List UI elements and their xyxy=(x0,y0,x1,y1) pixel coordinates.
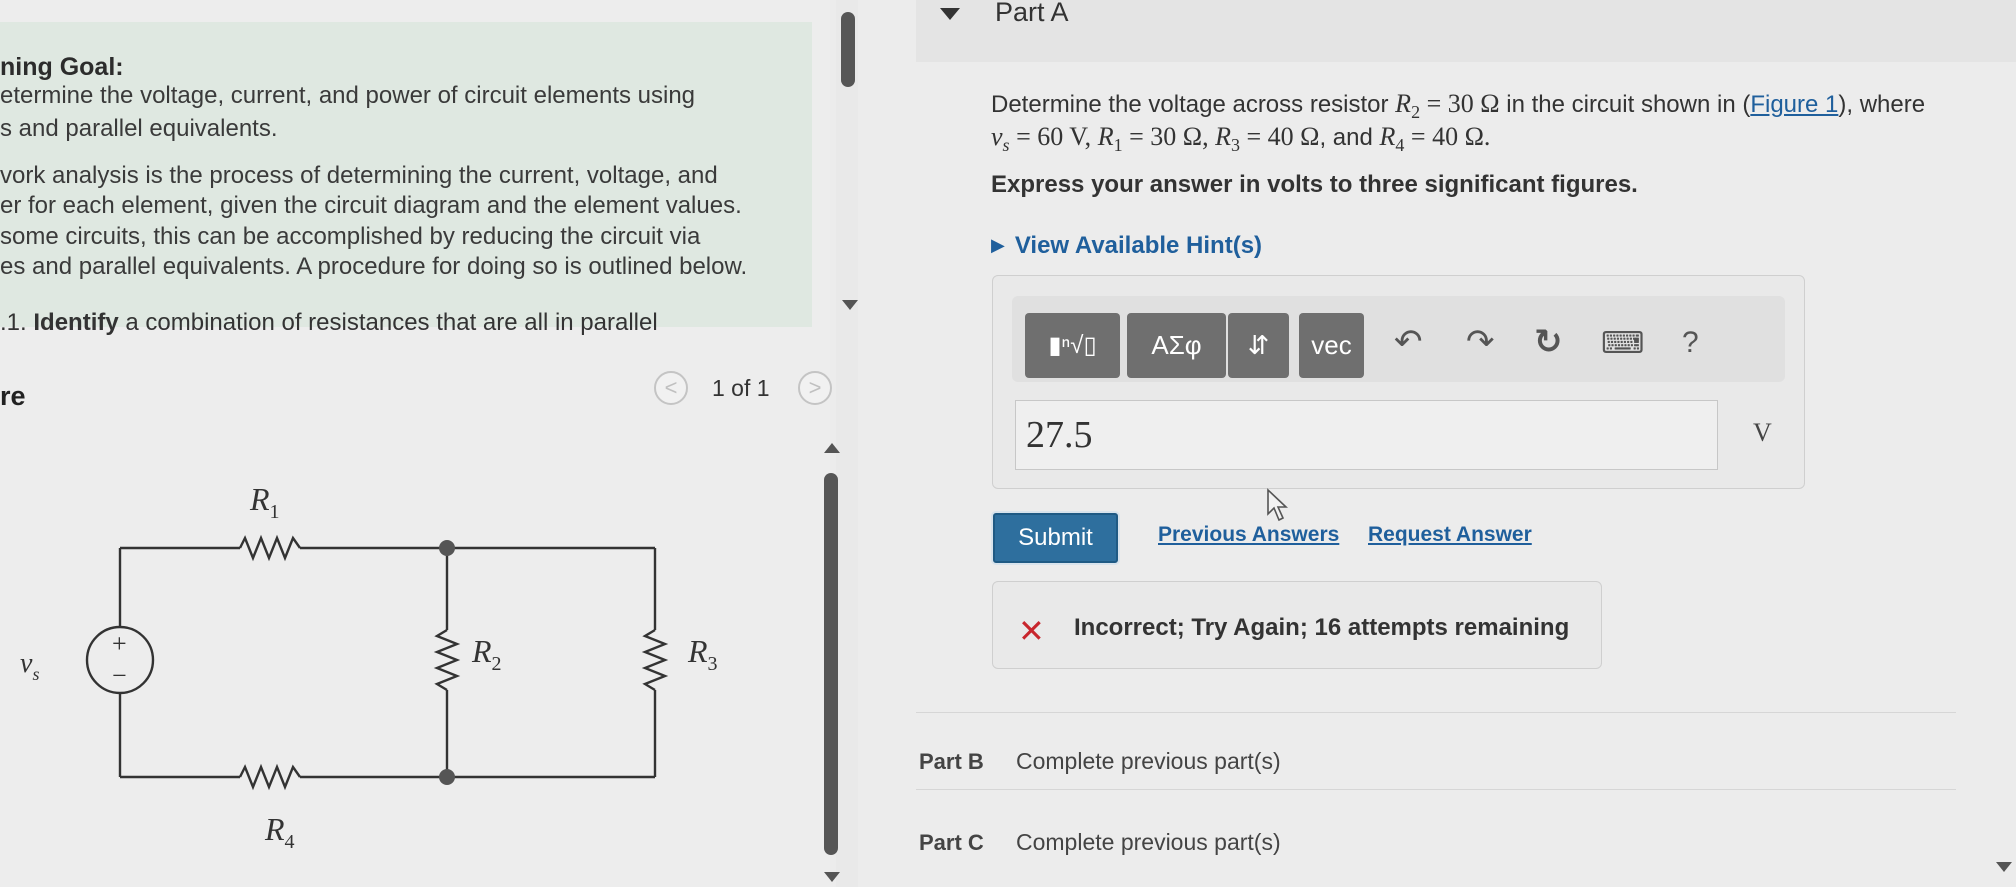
upper-scroll-thumb[interactable] xyxy=(841,12,855,87)
math-r2-sub: 2 xyxy=(1411,101,1421,122)
learning-goal-line-2: s and parallel equivalents. xyxy=(0,115,278,142)
part-c-status: Complete previous part(s) xyxy=(1016,829,1281,855)
step-number: .1. xyxy=(0,309,27,336)
prev-figure-button[interactable]: < xyxy=(654,371,688,405)
step-bold: Identify xyxy=(33,309,119,336)
answer-input[interactable] xyxy=(1015,400,1718,470)
scroll-up-icon[interactable] xyxy=(824,443,840,453)
view-hints-link[interactable]: ▶ View Available Hint(s) xyxy=(991,232,1262,260)
incorrect-x-icon: ✕ xyxy=(1018,613,1045,649)
instruction-text: Express your answer in volts to three si… xyxy=(991,171,1638,198)
resistor-r3 xyxy=(641,628,669,692)
r4-label: R4 xyxy=(264,811,295,850)
vector-button[interactable]: vec xyxy=(1299,313,1364,378)
scroll-down-icon-2[interactable] xyxy=(824,872,840,882)
arrows-icon: ⇵ xyxy=(1247,330,1270,360)
math-vs: v xyxy=(991,122,1003,151)
part-a-header[interactable] xyxy=(916,0,2016,62)
request-answer-link[interactable]: Request Answer xyxy=(1368,523,1532,547)
view-hints-label: View Available Hint(s) xyxy=(1014,232,1263,259)
resistor-r1 xyxy=(238,534,301,562)
r1-label: R1 xyxy=(249,481,280,523)
reset-icon[interactable]: ↻ xyxy=(1534,322,1563,362)
keyboard-icon[interactable]: ⌨ xyxy=(1601,326,1644,361)
question-text: Determine the voltage across resistor xyxy=(991,91,1396,118)
lower-scroll-thumb[interactable] xyxy=(824,473,838,855)
question-text-suffix: ), where xyxy=(1838,91,1926,118)
figure-pager: 1 of 1 xyxy=(712,375,770,401)
math-vs-value: = 60 V, xyxy=(1009,122,1098,151)
intro-line-3: some circuits, this can be accomplished … xyxy=(0,223,701,250)
source-label: vs xyxy=(20,648,39,684)
math-r1-value: = 30 Ω, xyxy=(1122,122,1216,151)
part-b-label: Part B xyxy=(919,749,984,774)
math-r2-value: = 30 Ω xyxy=(1420,89,1500,118)
math-r3: R xyxy=(1215,122,1231,151)
divider-b xyxy=(916,712,1956,713)
figure-link[interactable]: Figure 1 xyxy=(1750,91,1838,118)
undo-icon[interactable]: ↶ xyxy=(1394,322,1423,362)
math-r3-value: = 40 Ω xyxy=(1239,122,1320,151)
resistor-r4 xyxy=(238,763,301,791)
caret-right-icon: ▶ xyxy=(991,235,1005,255)
feedback-text: Incorrect; Try Again; 16 attempts remain… xyxy=(1074,614,1570,641)
r3-label: R3 xyxy=(687,633,718,675)
intro-line-2: er for each element, given the circuit d… xyxy=(0,192,742,219)
question-line-2: vs = 60 V, R1 = 30 Ω, R3 = 40 Ω, and R4 … xyxy=(991,121,1490,161)
source-plus: + xyxy=(112,629,127,658)
math-r3-sub: 3 xyxy=(1230,134,1240,155)
r2-label: R2 xyxy=(471,633,502,675)
step-text: a combination of resistances that are al… xyxy=(125,309,658,336)
submit-button[interactable]: Submit xyxy=(993,513,1118,563)
step-1: .1. Identify a combination of resistance… xyxy=(0,309,658,337)
redo-icon[interactable]: ↷ xyxy=(1466,322,1495,362)
collapse-part-a-icon[interactable] xyxy=(940,8,960,20)
mouse-cursor-icon xyxy=(1267,488,1289,522)
help-button[interactable]: ? xyxy=(1682,326,1699,360)
part-c-label: Part C xyxy=(919,830,984,855)
resistor-r2 xyxy=(433,628,461,692)
next-figure-button[interactable]: > xyxy=(798,371,832,405)
templates-icon: ▮ⁿ√▯ xyxy=(1048,332,1097,359)
page-scroll-down-icon[interactable] xyxy=(1996,862,2012,872)
learning-goal-line-1: etermine the voltage, current, and power… xyxy=(0,82,696,109)
intro-line-1: vork analysis is the process of determin… xyxy=(0,162,718,189)
divider-c xyxy=(916,789,1956,790)
chevron-right-icon: > xyxy=(808,375,822,400)
math-r4-value: = 40 Ω. xyxy=(1404,122,1491,151)
question-and: , and xyxy=(1319,124,1380,151)
arrows-button[interactable]: ⇵ xyxy=(1228,313,1289,378)
intro-line-4: es and parallel equivalents. A procedure… xyxy=(0,253,748,280)
greek-symbols-label: ΑΣφ xyxy=(1151,330,1202,360)
scroll-down-icon[interactable] xyxy=(842,300,858,310)
part-a-title: Part A xyxy=(995,0,1069,27)
math-r1-sub: 1 xyxy=(1113,134,1123,155)
vector-label: vec xyxy=(1311,330,1352,360)
math-r4: R xyxy=(1379,122,1396,151)
templates-button[interactable]: ▮ⁿ√▯ xyxy=(1025,313,1120,378)
question-text-mid: in the circuit shown in ( xyxy=(1499,91,1751,118)
part-b-status: Complete previous part(s) xyxy=(1016,748,1281,774)
previous-answers-link[interactable]: Previous Answers xyxy=(1158,523,1339,547)
circuit-diagram: + − vs R1 R2 R3 R4 xyxy=(20,481,718,850)
chevron-left-icon: < xyxy=(664,375,678,400)
source-minus: − xyxy=(112,661,127,690)
figure-label: re xyxy=(0,381,26,411)
node-bottom xyxy=(439,769,455,785)
greek-symbols-button[interactable]: ΑΣφ xyxy=(1127,313,1226,378)
math-r2: R xyxy=(1395,89,1412,118)
node-top xyxy=(439,540,455,556)
math-vs-sub: s xyxy=(1002,134,1010,155)
learning-goal-title: ning Goal: xyxy=(0,53,124,81)
unit-label: V xyxy=(1753,418,1772,447)
math-r1: R xyxy=(1097,122,1114,151)
